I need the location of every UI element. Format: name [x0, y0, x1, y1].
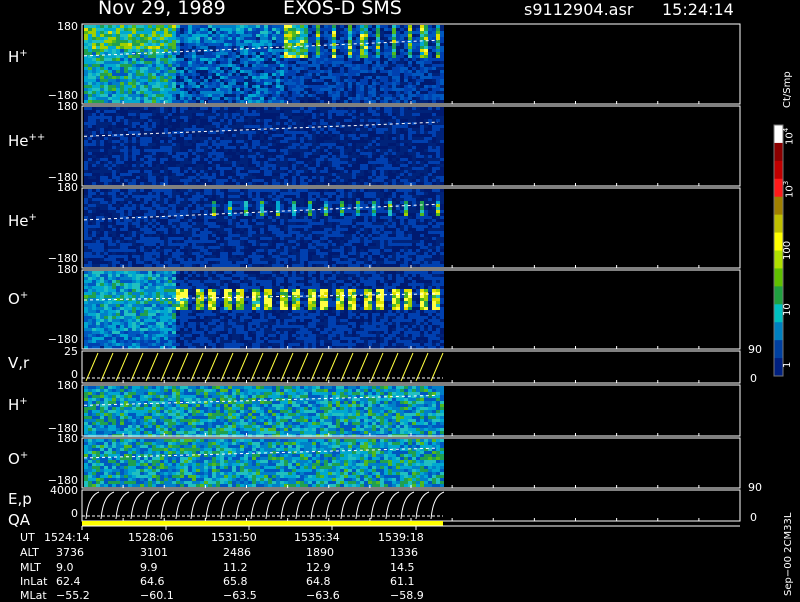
ytick-p6-max: 180	[44, 432, 78, 445]
ytick-p5-max: 180	[44, 379, 78, 392]
colorbar-unit: Ct/Smp	[782, 71, 793, 108]
panel-3-spectrogram	[84, 271, 444, 349]
panel-1-spectrogram	[84, 107, 444, 185]
eph-inlat-4: 61.1	[390, 575, 415, 588]
colorbar-tick-1e3: 103	[782, 181, 795, 198]
panel-5-spectrogram	[84, 386, 444, 437]
ytick-p3-max: 180	[44, 263, 78, 276]
eph-ut-0: 1524:14	[44, 531, 90, 544]
eph-label-ut: UT	[20, 531, 35, 544]
eph-mlt-2: 11.2	[223, 561, 248, 574]
rtick-p7-min: 0	[750, 511, 757, 524]
date-title: Nov 29, 1989	[98, 0, 226, 19]
panel-label-o-plus: O+	[8, 290, 28, 308]
panel-label-qa: QA	[8, 511, 30, 529]
colorbar-segment-12	[774, 340, 783, 358]
eph-ut-4: 1539:18	[378, 531, 424, 544]
colorbar-segment-4	[774, 197, 783, 215]
eph-ut-3: 1535:34	[294, 531, 340, 544]
spectrogram-canvas	[0, 0, 800, 600]
panel-0-spectrogram	[84, 25, 444, 103]
eph-mlt-4: 14.5	[390, 561, 415, 574]
colorbar-segment-2	[774, 161, 783, 179]
panel-6-spectrogram	[84, 439, 444, 487]
panel-label-v-r: V,r	[8, 354, 29, 372]
eph-alt-0: 3736	[56, 546, 84, 559]
colorbar-segment-11	[774, 322, 783, 340]
panel-label-h-plus-2: H+	[8, 396, 28, 414]
colorbar-segment-9	[774, 286, 783, 304]
eph-inlat-0: 62.4	[56, 575, 81, 588]
eph-alt-3: 1890	[306, 546, 334, 559]
panel-label-he-plus: He+	[8, 212, 37, 230]
file-name: s9112904.asr	[524, 0, 633, 19]
colorbar-segment-5	[774, 215, 783, 233]
ytick-p4-max: 25	[44, 345, 78, 358]
panel-2-spectrogram	[84, 189, 444, 267]
panel-4-background	[82, 351, 740, 383]
eph-mlat-3: −63.6	[306, 589, 340, 602]
footer-vertical-id: Sep−00 2CM33L	[783, 513, 794, 596]
panel-label-h-plus: H+	[8, 48, 28, 66]
panel-label-e-p: E,p	[8, 490, 32, 508]
eph-alt-1: 3101	[140, 546, 168, 559]
time-title: 15:24:14	[662, 0, 734, 19]
eph-inlat-2: 65.8	[223, 575, 248, 588]
eph-label-mlt: MLT	[20, 561, 41, 574]
eph-mlat-0: −55.2	[56, 589, 90, 602]
ytick-p0-max: 180	[44, 20, 78, 33]
eph-mlt-0: 9.0	[56, 561, 74, 574]
eph-inlat-3: 64.8	[306, 575, 331, 588]
colorbar-tick-10: 10	[782, 303, 793, 316]
eph-mlt-1: 9.9	[140, 561, 158, 574]
ytick-p7-min: 0	[44, 507, 78, 520]
colorbar-tick-100: 100	[782, 241, 793, 260]
eph-mlat-1: −60.1	[140, 589, 174, 602]
rtick-p4-min: 0	[750, 372, 757, 385]
eph-inlat-1: 64.6	[140, 575, 165, 588]
rtick-p4-max: 90	[748, 343, 762, 356]
eph-label-alt: ALT	[20, 546, 39, 559]
rtick-p7-max: 90	[748, 481, 762, 494]
eph-mlat-2: −63.5	[223, 589, 257, 602]
panel-label-o-plus-2: O+	[8, 450, 28, 468]
ytick-p1-max: 180	[44, 100, 78, 113]
eph-label-mlat: MLat	[20, 589, 47, 602]
instrument-title: EXOS-D SMS	[283, 0, 402, 19]
panel-7-background	[82, 490, 740, 521]
colorbar-tick-1: 1	[782, 362, 793, 368]
eph-label-inlat: InLat	[20, 575, 47, 588]
eph-alt-4: 1336	[390, 546, 418, 559]
eph-ut-1: 1528:06	[128, 531, 174, 544]
colorbar-tick-1e4: 104	[782, 128, 795, 145]
colorbar-segment-8	[774, 268, 783, 286]
colorbar-segment-1	[774, 143, 783, 161]
eph-mlt-3: 12.9	[306, 561, 331, 574]
qa-bar	[82, 521, 443, 526]
panel-label-he-plusplus: He++	[8, 132, 45, 150]
ytick-p2-max: 180	[44, 181, 78, 194]
eph-alt-2: 2486	[223, 546, 251, 559]
ytick-p7-max: 4000	[44, 484, 78, 497]
eph-mlat-4: −58.9	[390, 589, 424, 602]
eph-ut-2: 1531:50	[211, 531, 257, 544]
